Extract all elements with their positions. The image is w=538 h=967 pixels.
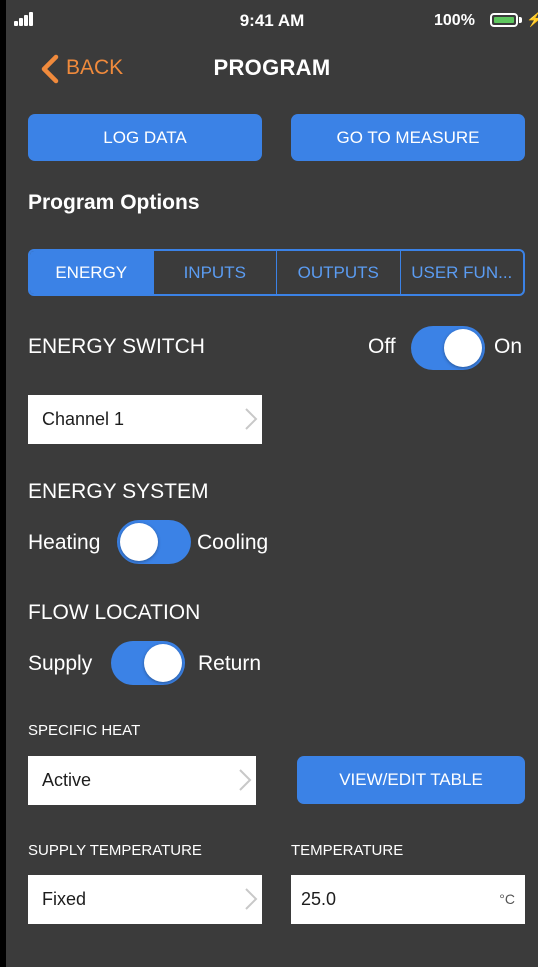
program-tabs: ENERGY INPUTS OUTPUTS USER FUN... — [28, 249, 525, 296]
chevron-right-icon — [245, 408, 258, 430]
supply-temperature-value: Fixed — [42, 889, 87, 909]
page-title: PROGRAM — [213, 55, 331, 80]
temperature-unit: °C — [499, 891, 515, 907]
view-edit-table-button[interactable]: VIEW/EDIT TABLE — [297, 756, 525, 804]
energy-system-toggle[interactable] — [117, 520, 191, 564]
energy-switch-toggle[interactable] — [411, 326, 485, 370]
temperature-value: 25.0 — [301, 889, 337, 909]
energy-switch-off-label: Off — [368, 335, 396, 358]
tab-inputs[interactable]: INPUTS — [152, 251, 277, 294]
go-to-measure-button[interactable]: GO TO MEASURE — [291, 114, 525, 161]
tab-user-functions[interactable]: USER FUN... — [399, 251, 524, 294]
channel-picker-value: Channel 1 — [42, 409, 125, 429]
specific-heat-label: SPECIFIC HEAT — [28, 722, 141, 739]
supply-temperature-label: SUPPLY TEMPERATURE — [28, 842, 202, 859]
energy-system-label: ENERGY SYSTEM — [28, 480, 209, 503]
charging-icon: ⚡ — [526, 11, 538, 27]
flow-location-supply-label: Supply — [28, 652, 93, 675]
temperature-label: TEMPERATURE — [291, 842, 404, 859]
channel-picker[interactable]: Channel 1 — [28, 395, 262, 444]
energy-switch-label: ENERGY SWITCH — [28, 335, 205, 358]
energy-switch-on-label: On — [494, 335, 523, 358]
specific-heat-picker[interactable]: Active — [28, 756, 256, 805]
energy-system-cooling-label: Cooling — [197, 531, 269, 554]
program-screen: 9:41 AM 100% ⚡ BACK PROGRAM LOG DATA GO … — [6, 0, 538, 967]
chevron-right-icon — [239, 769, 252, 791]
specific-heat-value: Active — [42, 770, 92, 790]
battery-percent: 100% — [434, 12, 475, 29]
toggle-knob — [120, 523, 158, 561]
flow-location-label: FLOW LOCATION — [28, 601, 201, 624]
battery-nub — [519, 17, 522, 23]
tab-energy[interactable]: ENERGY — [30, 251, 153, 294]
temperature-input[interactable]: 25.0 °C — [291, 875, 525, 924]
toggle-knob — [444, 329, 482, 367]
log-data-button[interactable]: LOG DATA — [28, 114, 262, 161]
tab-outputs[interactable]: OUTPUTS — [276, 251, 400, 294]
toggle-knob — [144, 644, 182, 682]
supply-temperature-picker[interactable]: Fixed — [28, 875, 262, 924]
flow-location-return-label: Return — [198, 652, 262, 675]
energy-system-heating-label: Heating — [28, 531, 101, 554]
section-title: Program Options — [28, 191, 200, 214]
battery-icon — [490, 13, 518, 27]
chevron-right-icon — [245, 888, 258, 910]
flow-location-toggle[interactable] — [111, 641, 185, 685]
status-bar: 9:41 AM 100% ⚡ — [6, 0, 538, 44]
